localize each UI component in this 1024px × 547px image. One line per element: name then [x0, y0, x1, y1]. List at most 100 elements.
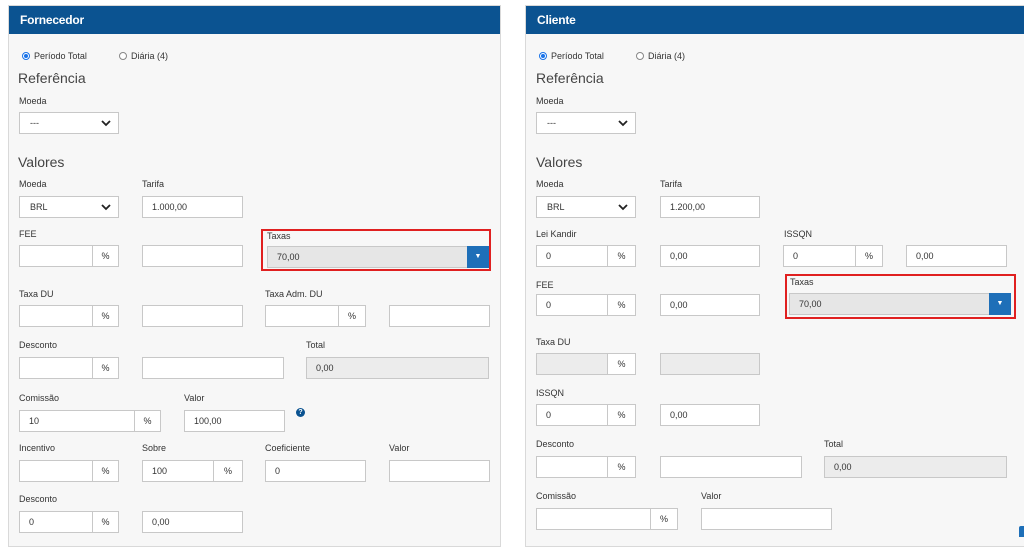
total-field: 0,00	[306, 357, 489, 379]
taxa-du-amount-input[interactable]	[142, 305, 243, 327]
chevron-down-icon	[100, 117, 112, 129]
tarifa-input[interactable]: 1.000,00	[142, 196, 243, 218]
issqn-top-label: ISSQN	[784, 229, 813, 239]
fornecedor-title: Fornecedor	[9, 6, 500, 34]
radio-diaria[interactable]: Diária (4)	[636, 51, 685, 61]
moeda-label: Moeda	[19, 179, 47, 189]
tarifa-input[interactable]: 1.200,00	[660, 196, 760, 218]
referencia-heading: Referência	[536, 70, 604, 86]
moeda-select[interactable]: BRL	[19, 196, 119, 218]
radio-periodo-total[interactable]: Período Total	[539, 51, 604, 61]
incentivo-label: Incentivo	[19, 443, 56, 453]
valor-input[interactable]: 100,00	[184, 410, 285, 432]
sobre-input[interactable]: 100	[142, 460, 214, 482]
radio-unselected-icon[interactable]	[636, 52, 644, 60]
taxa-adm-du-input[interactable]	[265, 305, 339, 327]
scroll-edge[interactable]	[1019, 526, 1024, 537]
radio-diaria[interactable]: Diária (4)	[119, 51, 168, 61]
comissao-label: Comissão	[19, 393, 60, 403]
fee-percent-addon: %	[608, 294, 636, 316]
radio-unselected-icon[interactable]	[119, 52, 127, 60]
moeda-select[interactable]: BRL	[536, 196, 636, 218]
fee-percent-addon: %	[93, 245, 119, 267]
desconto2-amount-input[interactable]: 0,00	[142, 511, 243, 533]
fornecedor-panel: Fornecedor Período Total Diária (4) Refe…	[8, 5, 501, 547]
radio-diaria-label: Diária (4)	[648, 51, 686, 61]
issqn-amount-input[interactable]: 0,00	[660, 404, 760, 426]
sobre-percent-addon: %	[214, 460, 243, 482]
issqn-label: ISSQN	[536, 388, 565, 398]
chevron-down-icon	[100, 201, 112, 213]
fee-input[interactable]: 0	[536, 294, 608, 316]
issqn-percent-addon: %	[608, 404, 636, 426]
issqn-input[interactable]: 0	[536, 404, 608, 426]
taxa-du-percent-addon: %	[608, 353, 636, 375]
taxa-adm-du-label: Taxa Adm. DU	[265, 289, 323, 299]
comissao-input[interactable]: 10	[19, 410, 135, 432]
desconto-input[interactable]	[536, 456, 608, 478]
radio-selected-icon[interactable]	[539, 52, 547, 60]
desconto-percent-addon: %	[608, 456, 636, 478]
valor2-input[interactable]	[389, 460, 490, 482]
fee-label: FEE	[536, 280, 554, 290]
desconto-input[interactable]	[19, 357, 93, 379]
radio-periodo-total-label: Período Total	[34, 51, 87, 61]
valor-input[interactable]	[701, 508, 832, 530]
valores-heading: Valores	[536, 154, 583, 170]
total-field: 0,00	[824, 456, 1007, 478]
ref-moeda-select[interactable]: ---	[536, 112, 636, 134]
valor-label: Valor	[184, 393, 205, 403]
lei-kandir-percent-addon: %	[608, 245, 636, 267]
valor2-label: Valor	[389, 443, 410, 453]
ref-moeda-select[interactable]: ---	[19, 112, 119, 134]
taxa-du-amount-input	[660, 353, 760, 375]
desconto-percent-addon: %	[93, 357, 119, 379]
tarifa-label: Tarifa	[660, 179, 683, 189]
sobre-label: Sobre	[142, 443, 167, 453]
fee-amount-input[interactable]	[142, 245, 243, 267]
tarifa-label: Tarifa	[142, 179, 165, 189]
radio-selected-icon[interactable]	[22, 52, 30, 60]
taxas-highlight-cliente	[785, 274, 1016, 319]
issqn-top-input[interactable]: 0	[783, 245, 856, 267]
taxa-adm-du-amount-input[interactable]	[389, 305, 490, 327]
valor-label: Valor	[701, 491, 722, 501]
fee-label: FEE	[19, 229, 37, 239]
ref-moeda-value: ---	[547, 118, 556, 128]
desconto-label: Desconto	[19, 340, 58, 350]
desconto2-input[interactable]: 0	[19, 511, 93, 533]
ref-moeda-label: Moeda	[536, 96, 564, 106]
comissao-label: Comissão	[536, 491, 577, 501]
ref-moeda-value: ---	[30, 118, 39, 128]
total-label: Total	[824, 439, 844, 449]
ref-moeda-label: Moeda	[19, 96, 47, 106]
desconto2-percent-addon: %	[93, 511, 119, 533]
cliente-title: Cliente	[526, 6, 1024, 34]
incentivo-input[interactable]	[19, 460, 93, 482]
taxas-highlight-fornecedor	[261, 229, 491, 271]
issqn-top-amount-input[interactable]: 0,00	[906, 245, 1007, 267]
desconto-amount-input[interactable]	[660, 456, 802, 478]
desconto-amount-input[interactable]	[142, 357, 284, 379]
comissao-input[interactable]	[536, 508, 651, 530]
lei-kandir-input[interactable]: 0	[536, 245, 608, 267]
coeficiente-input[interactable]: 0	[265, 460, 366, 482]
valores-heading: Valores	[18, 154, 65, 170]
taxa-du-label: Taxa DU	[19, 289, 54, 299]
moeda-value: BRL	[30, 202, 48, 212]
moeda-value: BRL	[547, 202, 565, 212]
radio-periodo-total[interactable]: Período Total	[22, 51, 87, 61]
incentivo-percent-addon: %	[93, 460, 119, 482]
chevron-down-icon	[617, 117, 629, 129]
fee-input[interactable]	[19, 245, 93, 267]
help-icon[interactable]: ?	[296, 408, 305, 417]
comissao-percent-addon: %	[651, 508, 678, 530]
taxa-du-input[interactable]	[19, 305, 93, 327]
desconto2-label: Desconto	[19, 494, 58, 504]
taxa-adm-du-percent-addon: %	[339, 305, 366, 327]
lei-kandir-amount-input[interactable]: 0,00	[660, 245, 760, 267]
taxa-du-percent-addon: %	[93, 305, 119, 327]
taxa-du-input	[536, 353, 608, 375]
referencia-heading: Referência	[18, 70, 86, 86]
fee-amount-input[interactable]: 0,00	[660, 294, 760, 316]
